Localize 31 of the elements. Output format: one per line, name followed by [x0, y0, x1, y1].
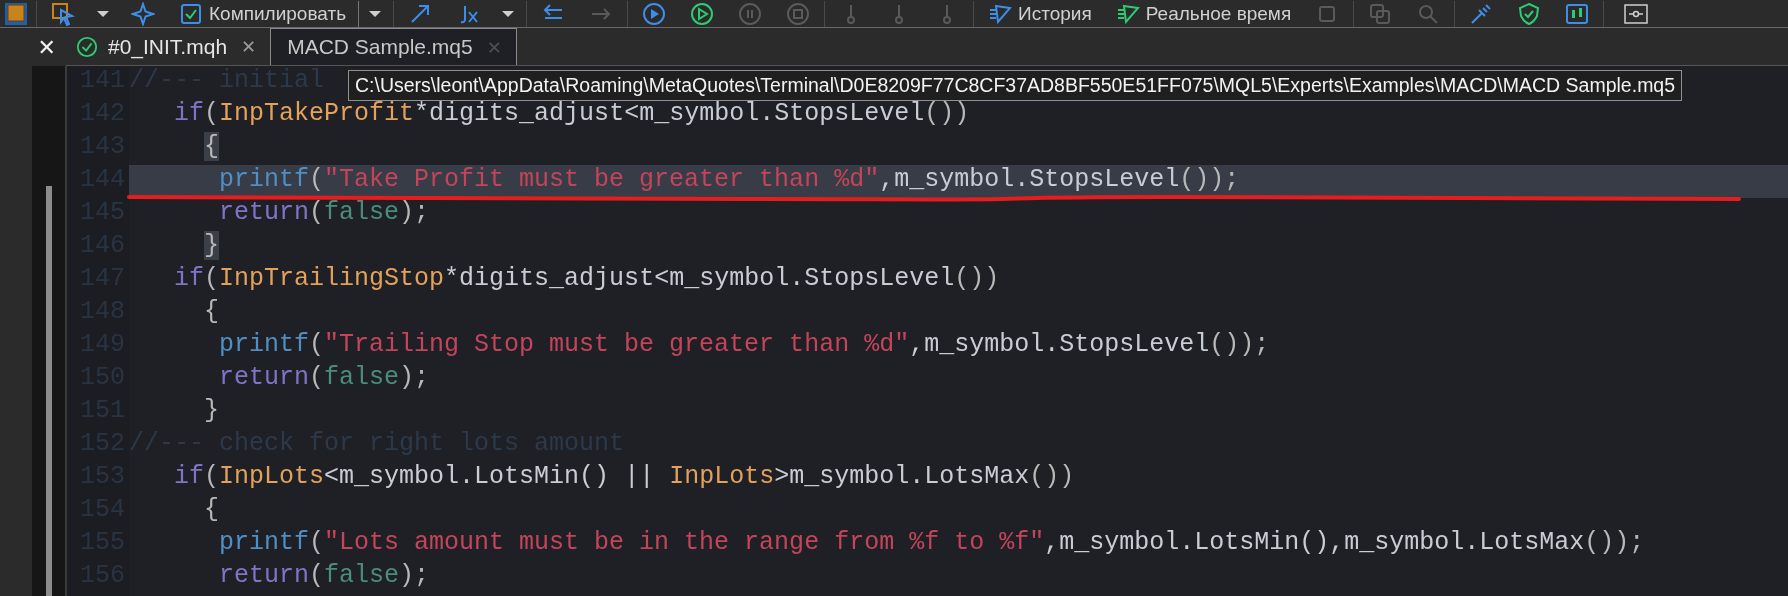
toolbar-button[interactable]: Реальное время: [1103, 0, 1304, 27]
app-tile-icon[interactable]: [4, 1, 28, 26]
play-icon[interactable]: [690, 1, 715, 26]
code-line: {: [203, 297, 220, 326]
code-line: return(false);: [218, 561, 430, 590]
cursor-icon[interactable]: [51, 1, 75, 26]
code-line: printf("Trailing Stop must be greater than %d",m_symbol.StopsLevel());: [218, 330, 1270, 359]
toolbar-button[interactable]: Компилировать: [167, 0, 359, 27]
code-line: if(InpTakeProfit*digits_adjust<m_symbol.StopsLevel()): [173, 99, 970, 128]
shield-icon[interactable]: [1517, 1, 1542, 26]
sparkle-icon[interactable]: [131, 1, 155, 26]
chart-icon[interactable]: [1565, 1, 1590, 26]
tab-label: #0_INIT.mqh: [108, 34, 228, 59]
code-line: return(false);: [218, 198, 430, 227]
close-tab-button[interactable]: ✕: [237, 36, 261, 57]
toolbar-button[interactable]: История: [976, 0, 1104, 27]
code-line: printf("Take Profit must be greater than %d",m_symbol.StopsLevel());: [218, 165, 1240, 194]
play-icon[interactable]: [642, 1, 667, 26]
checkbox-icon: [179, 1, 203, 26]
file-tab[interactable]: MACD Sample.mq5 ✕: [270, 28, 517, 65]
code-line: }: [203, 396, 220, 425]
tab-label: MACD Sample.mq5: [287, 35, 473, 59]
scrollbar-thumb[interactable]: [45, 186, 52, 596]
code-line: if(InpTrailingStop*digits_adjust<m_symbol.StopsLevel()): [173, 264, 1000, 293]
code-line: return(false);: [218, 363, 430, 392]
code-line: {: [203, 495, 220, 524]
code-line: printf("Lots amount must be in the range from %f to %f",m_symbol.LotsMin(),m_symbol.LotsMax());: [218, 528, 1645, 557]
close-button[interactable]: ✕: [33, 34, 60, 60]
code-line: if(InpLots<m_symbol.LotsMin() || InpLots>m_symbol.LotsMax()): [173, 462, 1075, 491]
file-path-tooltip: C:\Users\leont\AppData\Roaming\MetaQuotes\Terminal\D0E8209F77C8CF37AD8BF550E51FF075\MQL5\Experts\Examples\MACD\MACD Sample.mq5: [348, 70, 1683, 101]
slider-box-icon[interactable]: [1624, 1, 1649, 26]
